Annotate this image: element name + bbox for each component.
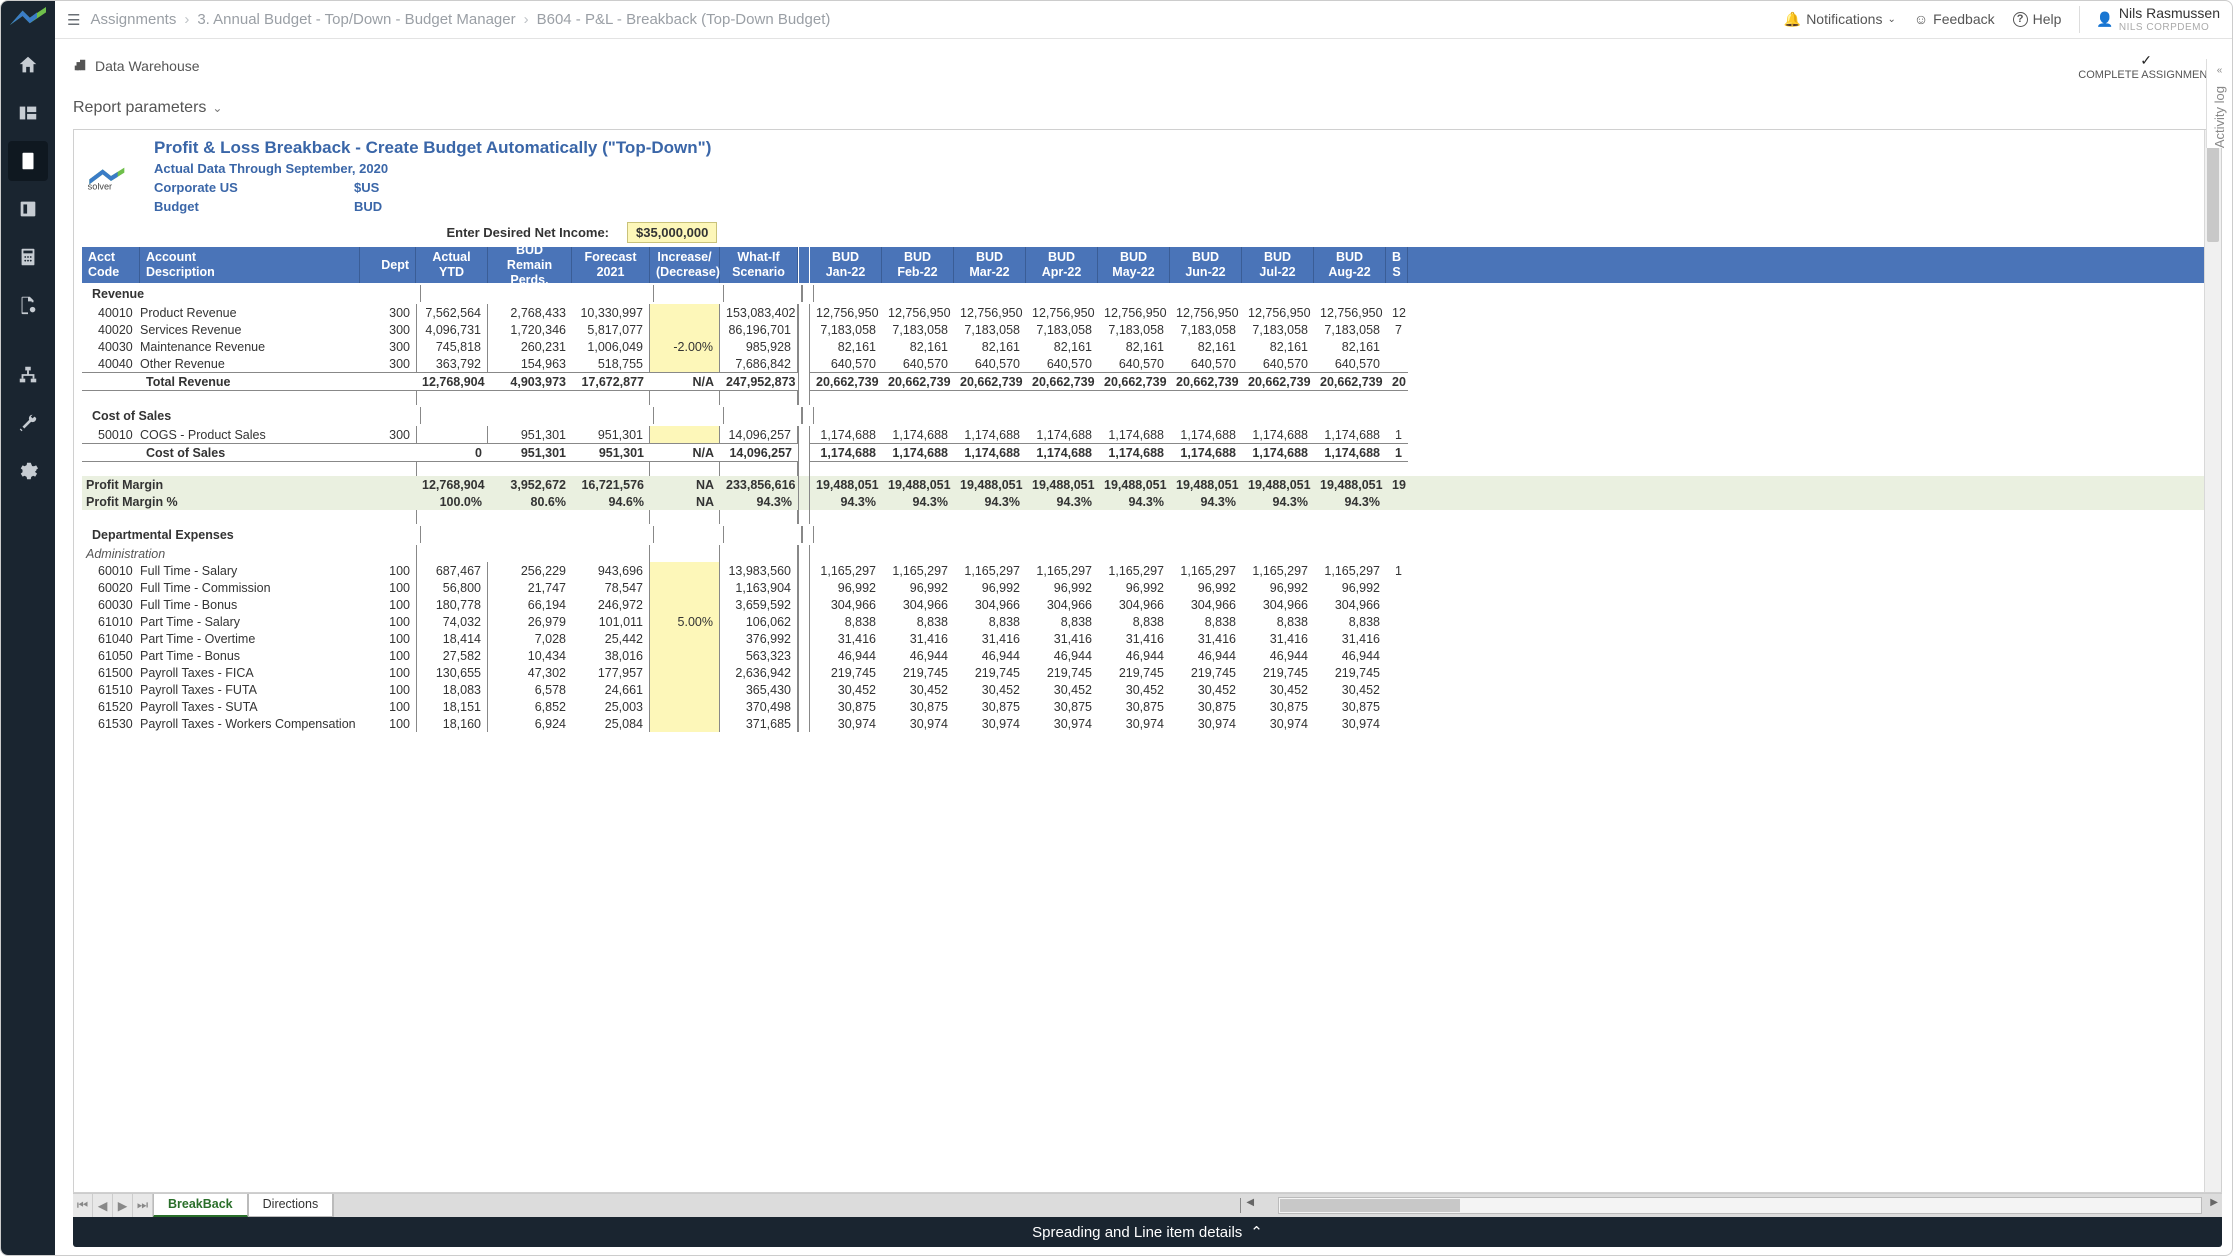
table-row[interactable]: 61520 Payroll Taxes - SUTA 100 18,151 6,… [82,698,2204,715]
complete-assignment-button[interactable]: ✓ COMPLETE ASSIGNMENT [2078,52,2214,81]
grid-margin-row: Profit Margin % 100.0% 80.6% 94.6% NA 94… [82,493,2204,510]
notifications-label: Notifications [1806,11,1882,27]
chevron-up-icon: ⌃ [1250,1223,1263,1241]
report-header: solver Profit & Loss Breakback - Create … [82,138,2204,214]
grid-spacer [82,510,2204,524]
spreading-panel-toggle[interactable]: Spreading and Line item details ⌃ [73,1217,2222,1247]
table-row[interactable]: 61530 Payroll Taxes - Workers Compensati… [82,715,2204,732]
grid-margin-row: Profit Margin 12,768,904 3,952,672 16,72… [82,476,2204,493]
sheet-tab-breakback[interactable]: BreakBack [153,1194,248,1217]
user-org: Nils CorpDemo [2119,22,2220,33]
database-icon [73,58,87,75]
menu-toggle-icon[interactable]: ☰ [67,11,80,29]
table-row[interactable]: 50010 COGS - Product Sales 300 951,301 9… [82,426,2204,443]
breadcrumb-item: B604 - P&L - Breakback (Top-Down Budget) [537,11,831,28]
grid-section-header: Revenue [82,283,2204,304]
table-row[interactable]: 61500 Payroll Taxes - FICA 100 130,655 4… [82,664,2204,681]
breadcrumb: Assignments › 3. Annual Budget - Top/Dow… [90,11,1773,28]
entity-value: $US [354,180,379,195]
net-income-input[interactable]: $35,000,000 [627,222,717,243]
nav-calculator-icon[interactable] [8,237,48,277]
nav-report-icon[interactable] [8,189,48,229]
breadcrumb-item[interactable]: 3. Annual Budget - Top/Down - Budget Man… [197,11,515,28]
table-row[interactable]: 40020 Services Revenue 300 4,096,731 1,7… [82,321,2204,338]
app-logo [10,7,46,29]
table-row[interactable]: 61510 Payroll Taxes - FUTA 100 18,083 6,… [82,681,2204,698]
horizontal-scrollbar[interactable]: ◀ ▶ [333,1194,2222,1217]
grid-header: AcctCode AccountDescription Dept ActualY… [82,247,2204,283]
feedback-label: Feedback [1933,11,1994,27]
tab-nav-first-icon[interactable]: ⏮ [73,1194,93,1217]
bell-icon: 🔔 [1784,11,1801,28]
chevron-right-icon: › [524,11,529,28]
grid-body[interactable]: Revenue 40010 Product Revenue 300 7,562,… [82,283,2204,732]
report-grid[interactable]: AcctCode AccountDescription Dept ActualY… [82,247,2204,732]
chevron-right-icon: › [184,11,189,28]
vertical-scrollbar[interactable] [2204,130,2221,1192]
check-icon: ✓ [2078,52,2214,69]
grid-total-row: Cost of Sales 0 951,301 951,301 N/A 14,0… [82,443,2204,462]
help-label: Help [2033,11,2062,27]
action-bar: Data Warehouse ✓ COMPLETE ASSIGNMENT [55,39,2232,93]
grid-total-row: Total Revenue 12,768,904 4,903,973 17,67… [82,372,2204,391]
breadcrumb-item[interactable]: Assignments [90,11,176,28]
nav-workflow-icon[interactable] [8,355,48,395]
nav-tools-icon[interactable] [8,403,48,443]
activity-log-panel-toggle[interactable]: « Activity log [2206,59,2232,148]
user-name: Nils Rasmussen [2119,6,2220,21]
table-row[interactable]: 61040 Part Time - Overtime 100 18,414 7,… [82,630,2204,647]
user-menu[interactable]: 👤 Nils Rasmussen Nils CorpDemo [2079,6,2220,32]
notifications-button[interactable]: 🔔 Notifications ⌄ [1784,11,1896,28]
user-icon: 👤 [2096,12,2113,27]
sheet-tab-directions[interactable]: Directions [248,1194,334,1217]
grid-section-header: Cost of Sales [82,405,2204,426]
table-row[interactable]: 60020 Full Time - Commission 100 56,800 … [82,579,2204,596]
net-income-label: Enter Desired Net Income: [82,225,627,240]
report-container: solver Profit & Loss Breakback - Create … [73,129,2222,1193]
left-nav [1,1,55,1255]
table-row[interactable]: 40010 Product Revenue 300 7,562,564 2,76… [82,304,2204,321]
sheet-tabs: ⏮ ◀ ▶ ⏭ BreakBack Directions ◀ ▶ [73,1193,2222,1217]
grid-section-header: Departmental Expenses [82,524,2204,545]
solver-logo: solver [86,138,140,214]
chevron-left-icon: « [2217,65,2223,76]
report-parameters-label: Report parameters [73,99,206,117]
help-icon: ? [2013,12,2028,27]
table-row[interactable]: 60010 Full Time - Salary 100 687,467 256… [82,562,2204,579]
data-warehouse-label: Data Warehouse [95,58,200,74]
data-warehouse-button[interactable]: Data Warehouse [73,58,200,75]
table-row[interactable]: 40040 Other Revenue 300 363,792 154,963 … [82,355,2204,372]
grid-subsection: Administration [82,545,2204,562]
nav-data-icon[interactable] [8,93,48,133]
report-parameters-toggle[interactable]: Report parameters ⌄ [55,93,2232,129]
report-title: Profit & Loss Breakback - Create Budget … [154,138,711,158]
help-button[interactable]: ? Help [2013,11,2062,27]
table-row[interactable]: 61010 Part Time - Salary 100 74,032 26,9… [82,613,2204,630]
svg-text:solver: solver [88,181,112,191]
tab-nav-next-icon[interactable]: ▶ [113,1194,133,1217]
table-row[interactable]: 60030 Full Time - Bonus 100 180,778 66,1… [82,596,2204,613]
activity-log-label: Activity log [2212,86,2227,148]
grid-spacer [82,462,2204,476]
nav-settings-icon[interactable] [8,451,48,491]
entity-label: Corporate US [154,180,344,195]
tab-nav-prev-icon[interactable]: ◀ [93,1194,113,1217]
nav-files-icon[interactable] [8,285,48,325]
complete-assignment-label: COMPLETE ASSIGNMENT [2078,69,2214,81]
table-row[interactable]: 61050 Part Time - Bonus 100 27,582 10,43… [82,647,2204,664]
nav-home-icon[interactable] [8,45,48,85]
report-subtitle: Actual Data Through September, 2020 [154,161,711,176]
smile-icon: ☺ [1914,11,1928,27]
scenario-label: Budget [154,199,344,214]
grid-spacer [82,391,2204,405]
chevron-down-icon: ⌄ [1887,14,1895,25]
nav-assignments-icon[interactable] [8,141,48,181]
chevron-down-icon: ⌄ [212,101,222,115]
spreading-panel-label: Spreading and Line item details [1032,1224,1242,1241]
top-bar: ☰ Assignments › 3. Annual Budget - Top/D… [55,1,2232,39]
table-row[interactable]: 40030 Maintenance Revenue 300 745,818 26… [82,338,2204,355]
feedback-button[interactable]: ☺ Feedback [1914,11,1995,27]
scenario-value: BUD [354,199,382,214]
tab-nav-last-icon[interactable]: ⏭ [133,1194,153,1217]
